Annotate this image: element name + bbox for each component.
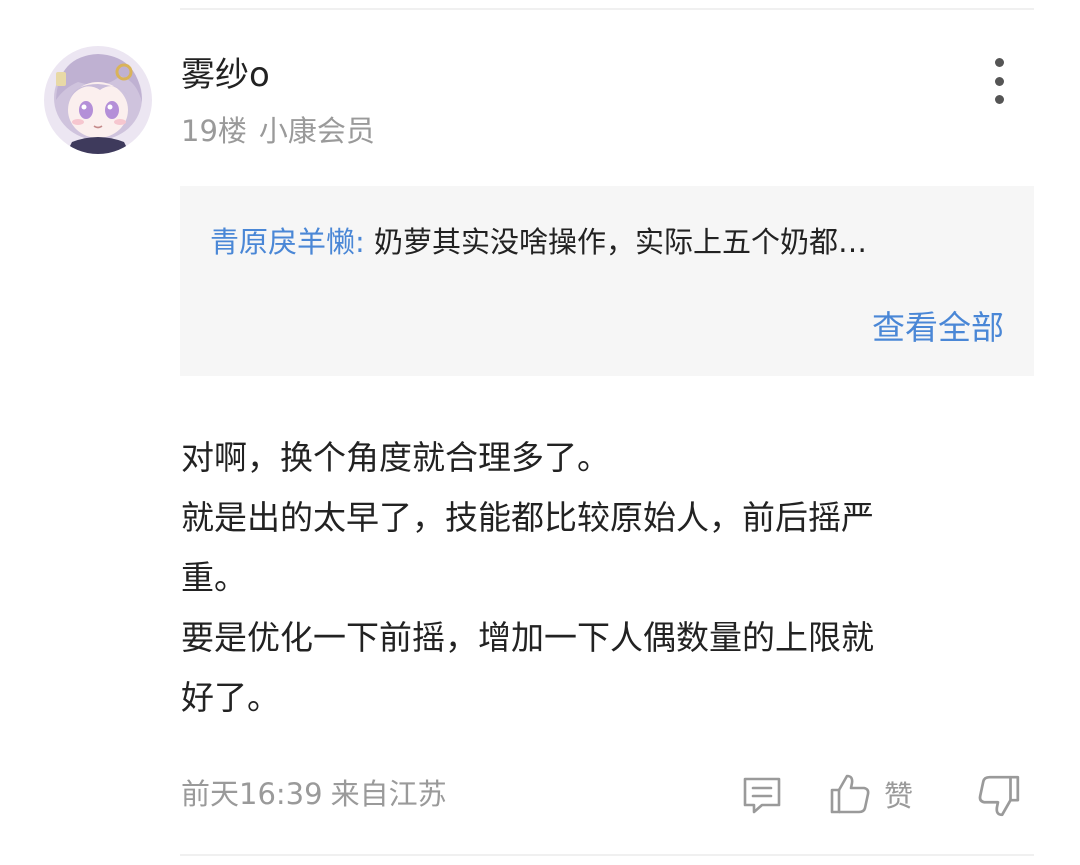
thumbs-up-icon bbox=[830, 774, 870, 814]
quote-text: 奶萝其实没啥操作，实际上五个奶都… bbox=[374, 225, 868, 259]
like-button[interactable]: 赞 bbox=[828, 771, 913, 817]
comment-line: 要是优化一下前摇，增加一下人偶数量的上限就 bbox=[181, 618, 874, 657]
bottom-divider bbox=[180, 854, 1034, 856]
comment-meta: 19楼 小康会员 bbox=[181, 111, 375, 151]
comment-line: 就是出的太早了，技能都比较原始人，前后摇严 bbox=[181, 498, 874, 537]
dislike-button[interactable] bbox=[976, 773, 1022, 819]
post-time: 前天16:39 bbox=[181, 777, 323, 811]
more-options-button[interactable] bbox=[982, 58, 1016, 104]
view-all-link[interactable]: 查看全部 bbox=[872, 306, 1004, 350]
more-vertical-icon-dot bbox=[994, 76, 1004, 86]
avatar-image bbox=[44, 46, 152, 154]
post-location: 来自江苏 bbox=[330, 777, 447, 811]
floor-number: 19楼 bbox=[181, 114, 247, 148]
comment-line: 好了。 bbox=[181, 678, 280, 717]
comment-text: 对啊，换个角度就合理多了。 就是出的太早了，技能都比较原始人，前后摇严 重。 要… bbox=[181, 428, 1041, 728]
like-label: 赞 bbox=[884, 779, 914, 813]
comment-icon bbox=[743, 777, 781, 814]
comment-line: 重。 bbox=[181, 558, 247, 597]
username[interactable]: 雾纱o bbox=[181, 52, 270, 98]
member-badge: 小康会员 bbox=[258, 114, 375, 148]
thumbs-down-icon bbox=[978, 775, 1020, 817]
quote-line: 青原戾羊懒: 奶萝其实没啥操作，实际上五个奶都… bbox=[210, 222, 867, 262]
quoted-reply[interactable]: 青原戾羊懒: 奶萝其实没啥操作，实际上五个奶都… 查看全部 bbox=[180, 186, 1034, 376]
more-vertical-icon bbox=[994, 58, 1004, 67]
more-vertical-icon-dot bbox=[994, 95, 1004, 104]
top-divider bbox=[180, 8, 1034, 10]
comment-line: 对啊，换个角度就合理多了。 bbox=[181, 438, 610, 477]
quote-author[interactable]: 青原戾羊懒: bbox=[210, 225, 365, 259]
avatar[interactable] bbox=[44, 46, 152, 154]
reply-button[interactable] bbox=[740, 773, 784, 817]
comment-footer-info: 前天16:39 来自江苏 bbox=[181, 774, 447, 814]
